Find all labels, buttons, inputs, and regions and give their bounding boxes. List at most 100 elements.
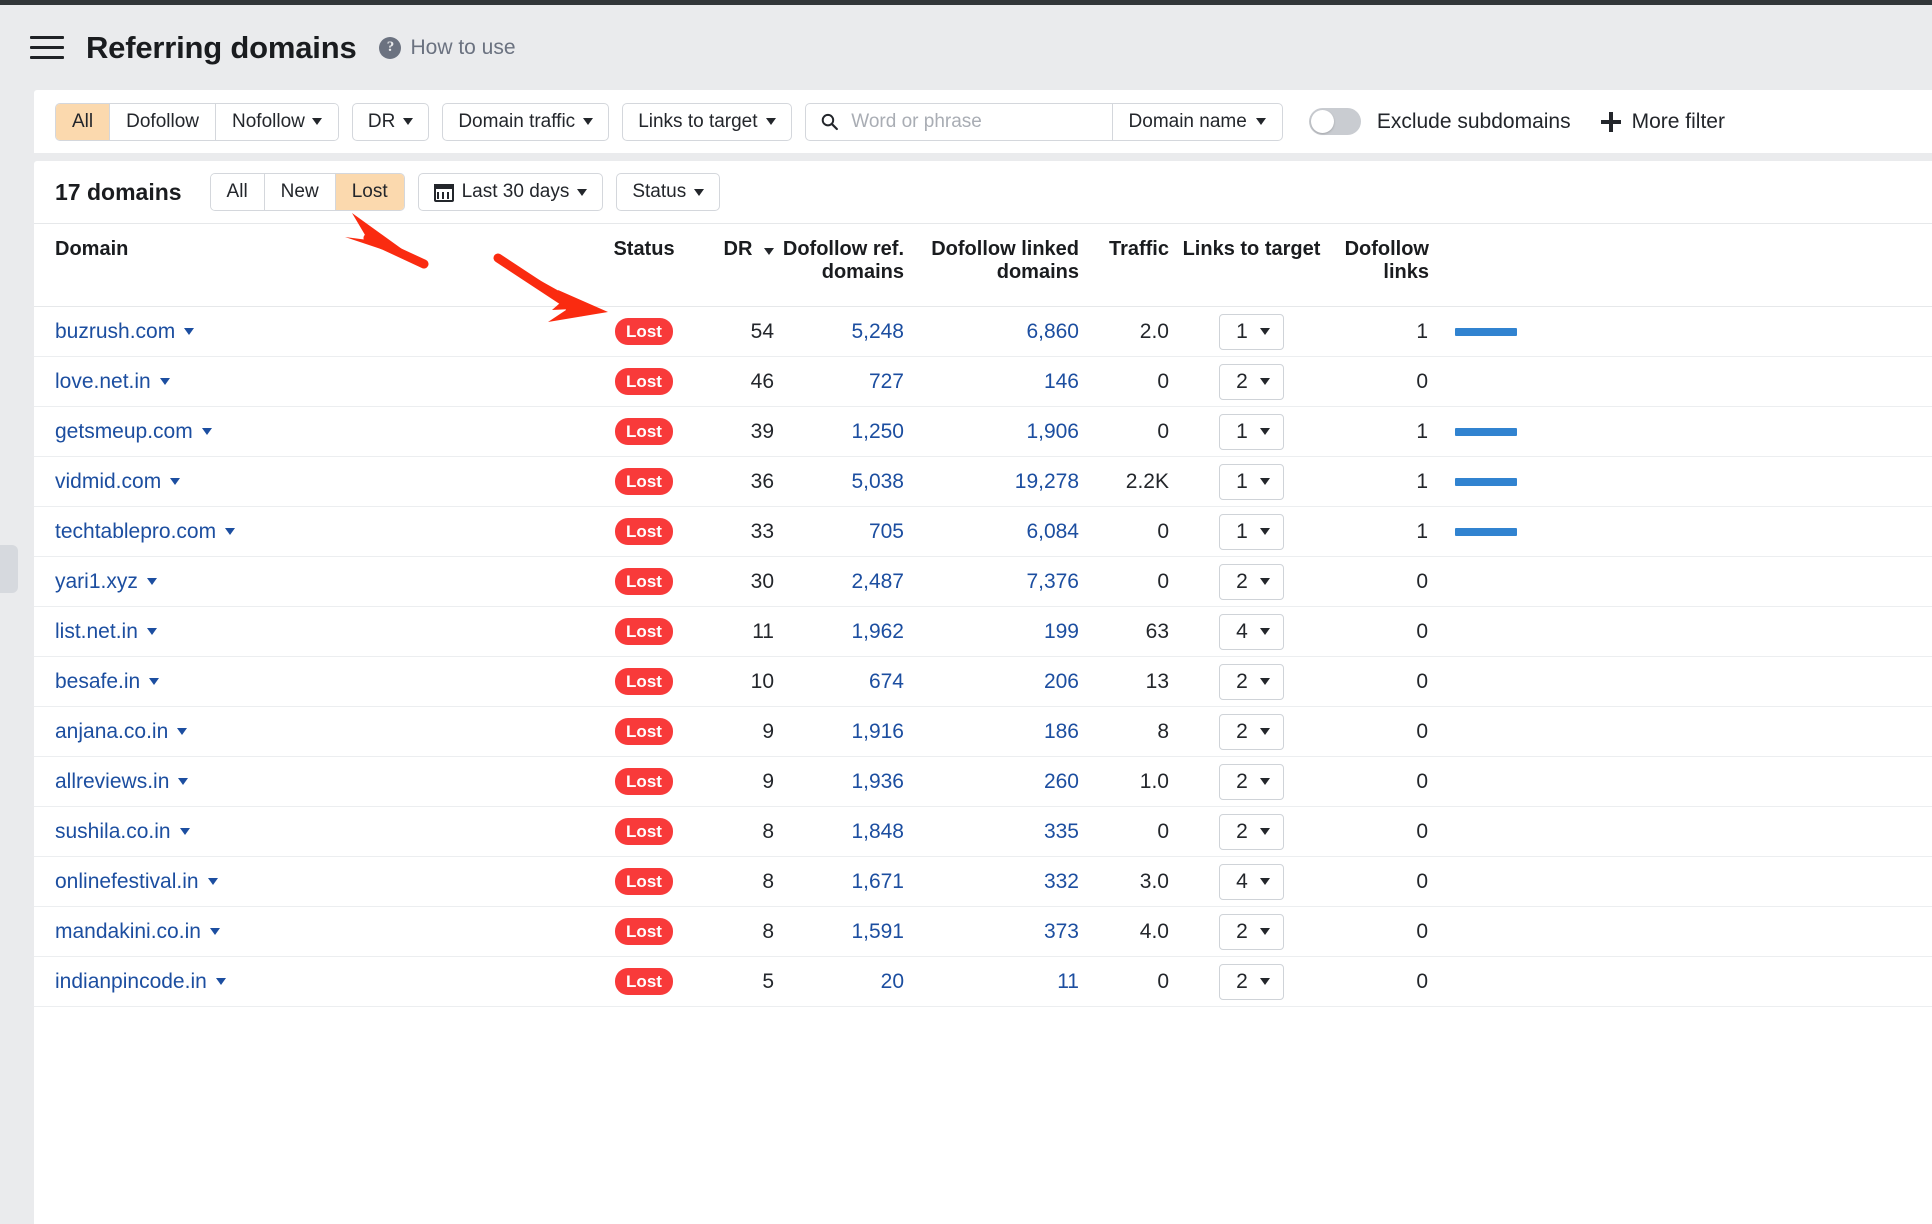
- cell-dofollow-ref-domains[interactable]: 705: [774, 506, 904, 557]
- ref-domains-link[interactable]: 20: [881, 970, 904, 993]
- search-input[interactable]: [849, 109, 1098, 134]
- cell-dofollow-linked-domains[interactable]: 11: [904, 956, 1079, 1007]
- domain-link-wrap[interactable]: indianpincode.in: [55, 970, 226, 994]
- domain-link-wrap[interactable]: allreviews.in: [55, 770, 189, 794]
- linked-domains-link[interactable]: 6,084: [1026, 520, 1079, 543]
- domain-link[interactable]: sushila.co.in: [55, 820, 171, 844]
- column-header-dofollow-links[interactable]: Dofollow links: [1334, 223, 1429, 307]
- domain-link-wrap[interactable]: yari1.xyz: [55, 570, 157, 594]
- domain-link-wrap[interactable]: buzrush.com: [55, 320, 195, 344]
- search-scope-dropdown[interactable]: Domain name: [1113, 104, 1282, 140]
- domain-link-wrap[interactable]: anjana.co.in: [55, 720, 188, 744]
- domain-link-wrap[interactable]: sushila.co.in: [55, 820, 190, 844]
- cell-dofollow-linked-domains[interactable]: 6,084: [904, 506, 1079, 557]
- cell-dofollow-linked-domains[interactable]: 1,906: [904, 406, 1079, 457]
- ref-domains-link[interactable]: 5,248: [851, 320, 904, 343]
- chevron-down-icon[interactable]: [209, 928, 220, 935]
- chevron-down-icon[interactable]: [225, 528, 236, 535]
- chevron-down-icon[interactable]: [178, 778, 189, 785]
- linked-domains-link[interactable]: 11: [1057, 970, 1079, 993]
- domain-link-wrap[interactable]: besafe.in: [55, 670, 160, 694]
- ref-domains-link[interactable]: 1,962: [851, 620, 904, 643]
- chevron-down-icon[interactable]: [215, 978, 226, 985]
- column-header-status[interactable]: Status: [589, 223, 699, 307]
- domain-link[interactable]: indianpincode.in: [55, 970, 207, 994]
- links-to-target-select[interactable]: 1: [1219, 413, 1284, 450]
- cell-dofollow-ref-domains[interactable]: 1,591: [774, 906, 904, 957]
- cell-dofollow-ref-domains[interactable]: 1,848: [774, 806, 904, 857]
- column-header-links-to-target[interactable]: Links to target: [1169, 223, 1334, 307]
- cell-dofollow-ref-domains[interactable]: 2,487: [774, 556, 904, 607]
- domain-link[interactable]: onlinefestival.in: [55, 870, 199, 894]
- cell-dofollow-ref-domains[interactable]: 1,916: [774, 706, 904, 757]
- cell-dofollow-linked-domains[interactable]: 373: [904, 906, 1079, 957]
- links-to-target-select[interactable]: 2: [1219, 763, 1284, 800]
- column-header-traffic[interactable]: Traffic: [1079, 223, 1169, 307]
- filter-links-to-target-dropdown[interactable]: Links to target: [622, 102, 792, 141]
- linked-domains-link[interactable]: 6,860: [1026, 320, 1079, 343]
- linked-domains-link[interactable]: 19,278: [1015, 470, 1079, 493]
- domain-link[interactable]: love.net.in: [55, 370, 151, 394]
- domain-link[interactable]: vidmid.com: [55, 470, 161, 494]
- filter-nofollow-button[interactable]: Nofollow: [216, 103, 338, 140]
- linked-domains-link[interactable]: 146: [1044, 370, 1079, 393]
- more-filters-button[interactable]: More filter: [1600, 110, 1725, 134]
- links-to-target-select[interactable]: 2: [1219, 913, 1284, 950]
- ref-domains-link[interactable]: 1,250: [851, 420, 904, 443]
- result-mode-new-button[interactable]: New: [264, 174, 336, 210]
- ref-domains-link[interactable]: 1,936: [851, 770, 904, 793]
- links-to-target-select[interactable]: 2: [1219, 563, 1284, 600]
- links-to-target-select[interactable]: 1: [1219, 513, 1284, 550]
- chevron-down-icon[interactable]: [149, 678, 160, 685]
- linked-domains-link[interactable]: 206: [1044, 670, 1079, 693]
- cell-dofollow-linked-domains[interactable]: 332: [904, 856, 1079, 907]
- cell-dofollow-ref-domains[interactable]: 727: [774, 356, 904, 407]
- exclude-subdomains-toggle[interactable]: [1308, 108, 1361, 135]
- linked-domains-link[interactable]: 186: [1044, 720, 1079, 743]
- cell-dofollow-linked-domains[interactable]: 260: [904, 756, 1079, 807]
- cell-dofollow-linked-domains[interactable]: 206: [904, 656, 1079, 707]
- cell-dofollow-linked-domains[interactable]: 186: [904, 706, 1079, 757]
- chevron-down-icon[interactable]: [159, 378, 170, 385]
- hamburger-menu-icon[interactable]: [30, 33, 64, 63]
- domain-link-wrap[interactable]: getsmeup.com: [55, 420, 212, 444]
- result-mode-lost-button[interactable]: Lost: [335, 174, 404, 210]
- linked-domains-link[interactable]: 260: [1044, 770, 1079, 793]
- filter-dr-dropdown[interactable]: DR: [351, 102, 430, 141]
- ref-domains-link[interactable]: 1,916: [851, 720, 904, 743]
- links-to-target-select[interactable]: 1: [1219, 313, 1284, 350]
- cell-dofollow-ref-domains[interactable]: 1,250: [774, 406, 904, 457]
- domain-link-wrap[interactable]: onlinefestival.in: [55, 870, 218, 894]
- result-mode-all-button[interactable]: All: [210, 174, 265, 210]
- cell-dofollow-ref-domains[interactable]: 1,936: [774, 756, 904, 807]
- domain-link-wrap[interactable]: mandakini.co.in: [55, 920, 220, 944]
- domain-link-wrap[interactable]: vidmid.com: [55, 470, 181, 494]
- cell-dofollow-ref-domains[interactable]: 20: [774, 956, 904, 1007]
- domain-link[interactable]: techtablepro.com: [55, 520, 216, 544]
- domain-link[interactable]: mandakini.co.in: [55, 920, 201, 944]
- links-to-target-select[interactable]: 2: [1219, 813, 1284, 850]
- linked-domains-link[interactable]: 199: [1044, 620, 1079, 643]
- cell-dofollow-ref-domains[interactable]: 674: [774, 656, 904, 707]
- cell-dofollow-linked-domains[interactable]: 335: [904, 806, 1079, 857]
- column-header-dr[interactable]: DR: [699, 223, 774, 307]
- column-header-dofollow-linked-domains[interactable]: Dofollow linked domains: [904, 223, 1079, 307]
- links-to-target-select[interactable]: 2: [1219, 713, 1284, 750]
- search-box[interactable]: [806, 103, 1113, 140]
- chevron-down-icon[interactable]: [177, 728, 188, 735]
- how-to-use-link[interactable]: ? How to use: [379, 36, 516, 60]
- ref-domains-link[interactable]: 2,487: [851, 570, 904, 593]
- links-to-target-select[interactable]: 1: [1219, 463, 1284, 500]
- domain-link-wrap[interactable]: list.net.in: [55, 620, 157, 644]
- cell-dofollow-linked-domains[interactable]: 6,860: [904, 306, 1079, 357]
- domain-link-wrap[interactable]: love.net.in: [55, 370, 170, 394]
- chevron-down-icon[interactable]: [207, 878, 218, 885]
- linked-domains-link[interactable]: 7,376: [1026, 570, 1079, 593]
- domain-link[interactable]: besafe.in: [55, 670, 140, 694]
- ref-domains-link[interactable]: 705: [869, 520, 904, 543]
- column-header-domain[interactable]: Domain: [34, 223, 589, 307]
- links-to-target-select[interactable]: 4: [1219, 863, 1284, 900]
- cell-dofollow-ref-domains[interactable]: 1,671: [774, 856, 904, 907]
- domain-link-wrap[interactable]: techtablepro.com: [55, 520, 236, 544]
- links-to-target-select[interactable]: 2: [1219, 663, 1284, 700]
